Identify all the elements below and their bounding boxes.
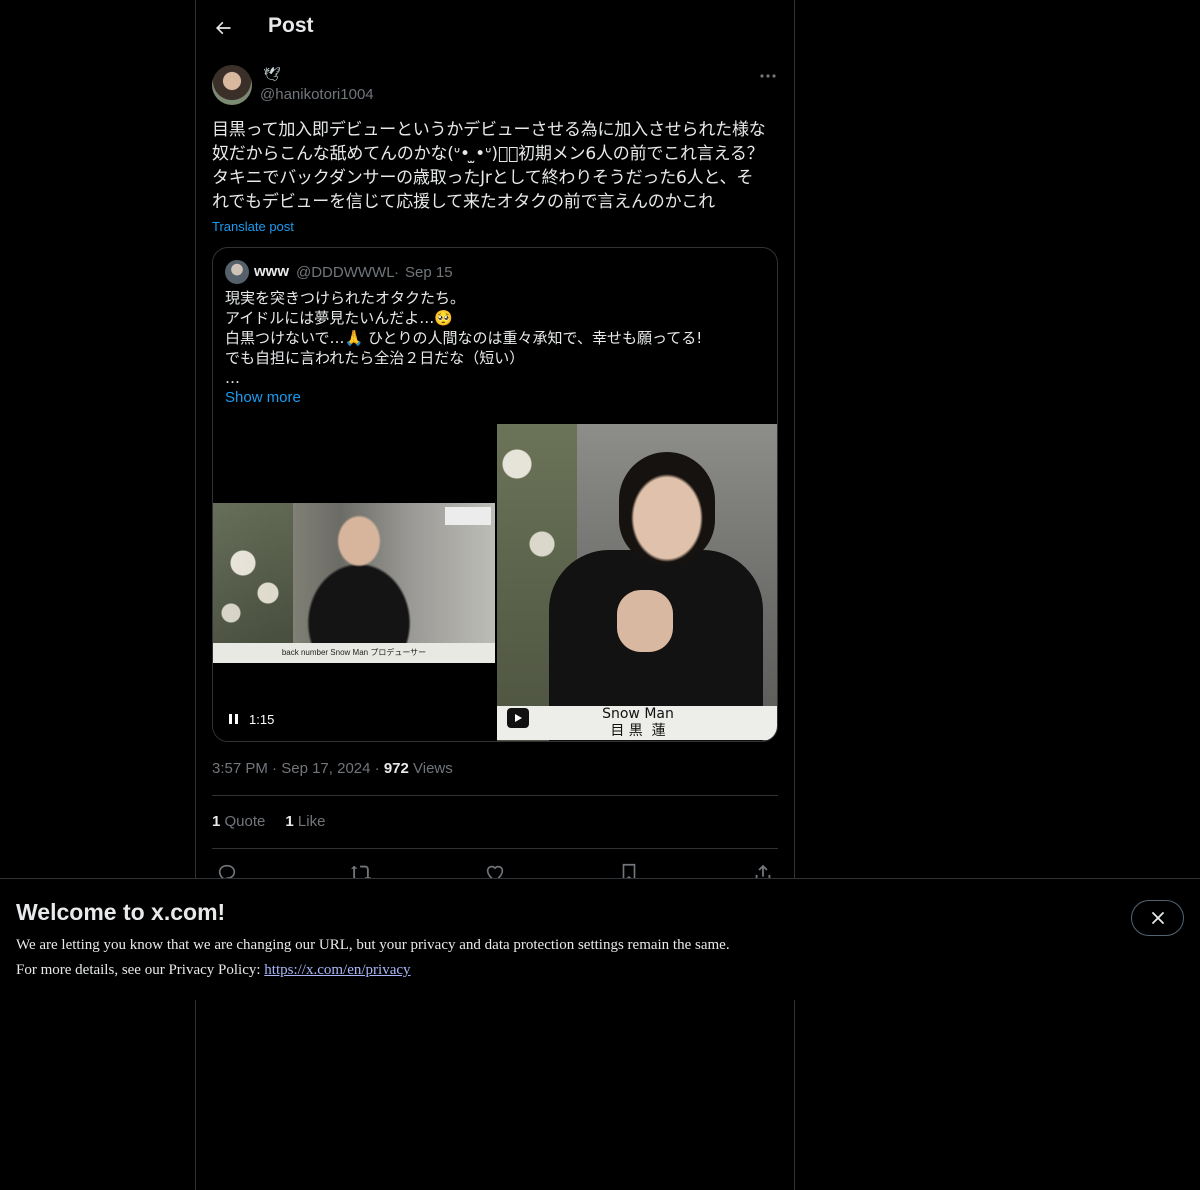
show-more-link[interactable]: Show more: [225, 389, 301, 406]
main-column: Post 🕊 @hanikotori1004 目黒って加入即デビューというかデビ…: [195, 0, 795, 1190]
video-frame-right: Snow Man 目 黒 蓮: [497, 424, 777, 741]
video-player[interactable]: back number Snow Man プロデューサー Snow Man 目 …: [213, 424, 777, 741]
banner-message: We are letting you know that we are chan…: [16, 937, 730, 953]
post-meta: 3:57 PM · Sep 17, 2024 · 972 Views: [212, 760, 453, 777]
translate-post-link[interactable]: Translate post: [212, 219, 294, 234]
play-icon: [515, 714, 522, 722]
arrow-left-icon: [216, 21, 231, 35]
views-count: 972: [383, 760, 409, 777]
person-figure: [307, 513, 411, 643]
pause-button[interactable]: [229, 711, 243, 727]
author-avatar[interactable]: [212, 65, 252, 105]
banner-privacy-prefix: For more details, see our Privacy Policy…: [16, 962, 265, 978]
engagement-stats: 1 Quote 1 Like: [212, 813, 325, 830]
post-text: 目黒って加入即デビューというかデビューさせる為に加入させられた様な 奴だからこん…: [212, 120, 766, 212]
author-handle[interactable]: @hanikotori1004: [260, 86, 374, 103]
more-options-button[interactable]: [756, 66, 780, 86]
more-horizontal-icon: [760, 74, 776, 78]
quoted-post-date: Sep 15: [405, 264, 453, 281]
person-head: [619, 452, 715, 564]
video-frame-left: back number Snow Man プロデューサー: [213, 503, 495, 663]
video-caption-right: Snow Man 目 黒 蓮: [497, 706, 777, 740]
likes-label: Like: [297, 813, 326, 830]
quotes-count: 1: [212, 813, 221, 830]
post-time[interactable]: 3:57 PM: [212, 760, 268, 777]
play-button[interactable]: [507, 708, 529, 728]
banner-privacy-line: For more details, see our Privacy Policy…: [16, 962, 411, 979]
author-display-name[interactable]: 🕊: [263, 66, 281, 83]
video-caption-left: back number Snow Man プロデューサー: [213, 643, 495, 663]
back-button[interactable]: [206, 11, 240, 45]
separator-dot: ·: [272, 760, 278, 777]
banner-title: Welcome to x.com!: [16, 899, 226, 925]
video-duration: 1:15: [249, 712, 275, 727]
url-change-banner: Welcome to x.com! We are letting you kno…: [0, 878, 1200, 1000]
divider: [212, 795, 778, 796]
quotes-stat[interactable]: 1 Quote: [212, 813, 265, 830]
likes-count: 1: [285, 813, 294, 830]
quoted-author-name: www: [254, 263, 290, 280]
divider: [212, 848, 778, 849]
quoted-post[interactable]: www @DDDWWWL · Sep 15 現実を突きつけられたオタクたち。 ア…: [212, 247, 778, 742]
quoted-author-handle: @DDDWWWL: [296, 264, 395, 281]
pause-icon-bar: [235, 714, 238, 724]
quotes-label: Quote: [224, 813, 266, 830]
close-icon: [1151, 912, 1164, 924]
separator-dot: ·: [394, 264, 399, 281]
quoted-post-text: 現実を突きつけられたオタクたち。 アイドルには夢見たいんだよ…🥺 白黒つけないで…: [225, 289, 703, 387]
flower-arrangement: [213, 503, 293, 663]
close-banner-button[interactable]: [1131, 900, 1184, 936]
post-date[interactable]: Sep 17, 2024: [281, 760, 370, 777]
page-title: Post: [268, 14, 314, 37]
likes-stat[interactable]: 1 Like: [285, 813, 325, 830]
views-label: Views: [413, 760, 453, 777]
quoted-author-avatar: [225, 260, 249, 284]
privacy-policy-link[interactable]: https://x.com/en/privacy: [264, 962, 410, 978]
pause-icon: [229, 714, 232, 724]
post-header: Post: [196, 0, 794, 54]
separator-dot: ·: [374, 760, 380, 777]
person-hand: [617, 590, 673, 652]
caption-tag: [445, 507, 491, 525]
